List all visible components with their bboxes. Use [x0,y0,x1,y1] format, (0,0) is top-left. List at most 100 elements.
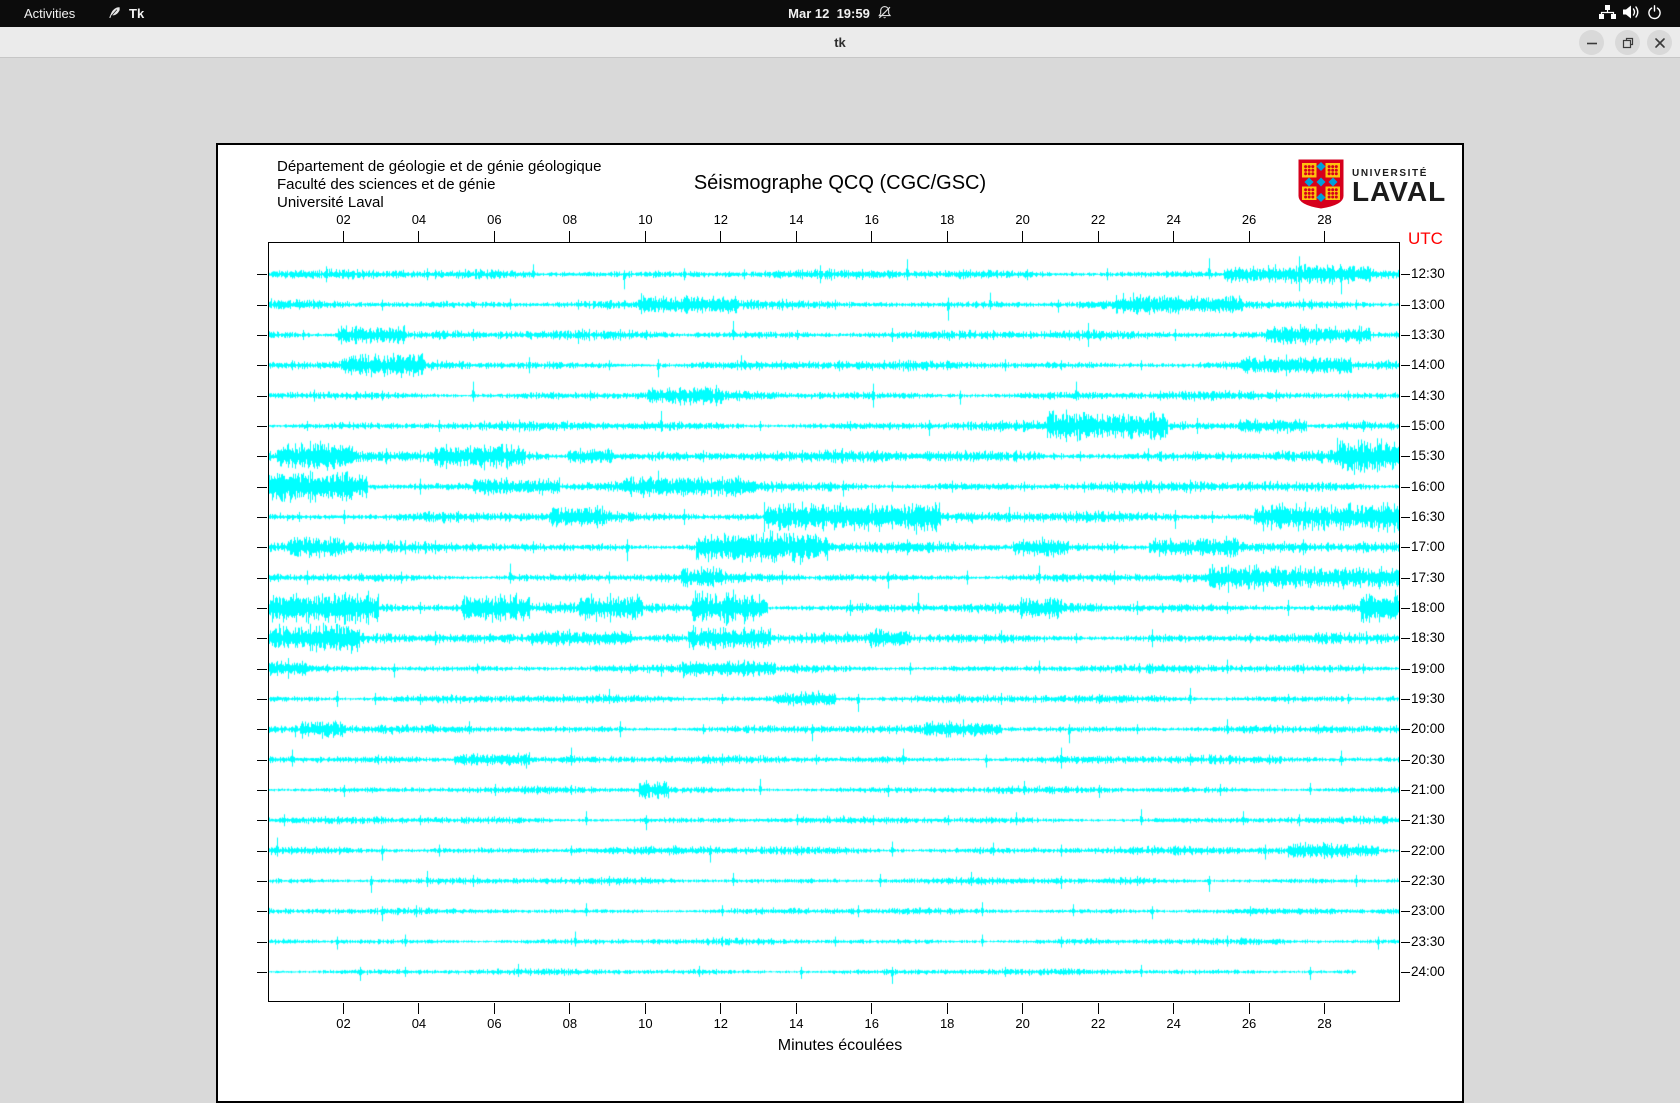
row-tick-left [257,972,267,973]
x-tick-top [947,231,948,242]
row-time-label: 13:30 [1411,327,1445,342]
row-tick-right [1401,881,1410,882]
window-title: tk [0,27,1680,58]
row-time-label: 21:00 [1411,782,1445,797]
x-tick-bottom [1324,1003,1325,1014]
row-time-label: 22:30 [1411,873,1445,888]
row-tick-right [1401,638,1410,639]
clock-label: Mar 12 19:59 [788,6,870,21]
x-tick-bottom [1173,1003,1174,1014]
app-menu-button[interactable]: Tk [107,0,144,27]
row-tick-right [1401,972,1410,973]
window-title-bar: tk [0,27,1680,58]
x-tick-top [494,231,495,242]
x-tick-bottom [645,1003,646,1014]
row-tick-left [257,547,267,548]
x-tick-top [720,231,721,242]
x-tick-label-top: 22 [1078,212,1118,227]
row-tick-left [257,699,267,700]
row-tick-right [1401,578,1410,579]
x-tick-label-bottom: 18 [927,1016,967,1031]
x-tick-top [1324,231,1325,242]
row-tick-right [1401,396,1410,397]
x-tick-bottom [569,1003,570,1014]
row-tick-left [257,760,267,761]
network-icon [1599,5,1616,22]
row-tick-left [257,456,267,457]
row-time-label: 20:00 [1411,721,1445,736]
row-time-label: 16:30 [1411,509,1445,524]
x-tick-label-bottom: 12 [701,1016,741,1031]
notifications-muted-icon [877,5,892,23]
row-tick-left [257,305,267,306]
row-time-label: 12:30 [1411,266,1445,281]
x-tick-label-top: 02 [323,212,363,227]
laval-wordmark: UNIVERSITÉ LAVAL [1352,168,1446,205]
system-status-area[interactable] [1599,0,1662,27]
x-tick-top [1249,231,1250,242]
row-tick-left [257,911,267,912]
tk-window-background: Département de géologie et de génie géol… [0,59,1680,1050]
row-tick-right [1401,274,1410,275]
row-tick-right [1401,365,1410,366]
row-tick-right [1401,456,1410,457]
x-tick-label-bottom: 16 [852,1016,892,1031]
row-tick-left [257,790,267,791]
x-tick-bottom [947,1003,948,1014]
laval-crest-icon [1297,158,1345,215]
row-tick-left [257,881,267,882]
x-tick-label-top: 10 [625,212,665,227]
row-tick-left [257,942,267,943]
x-tick-top [1098,231,1099,242]
header-university: Université Laval [277,194,384,212]
utc-axis-label: UTC [1408,229,1443,249]
app-menu-label: Tk [129,6,144,21]
x-tick-label-top: 08 [550,212,590,227]
row-time-label: 20:30 [1411,752,1445,767]
row-time-label: 15:30 [1411,448,1445,463]
x-tick-label-top: 28 [1305,212,1345,227]
row-tick-right [1401,942,1410,943]
x-tick-label-bottom: 20 [1003,1016,1043,1031]
close-button[interactable] [1647,30,1672,55]
activities-label: Activities [24,6,75,21]
row-time-label: 18:30 [1411,630,1445,645]
x-tick-top [645,231,646,242]
row-time-label: 22:00 [1411,843,1445,858]
row-tick-right [1401,760,1410,761]
x-tick-label-bottom: 06 [474,1016,514,1031]
x-tick-bottom [1098,1003,1099,1014]
minimize-button[interactable] [1579,30,1604,55]
x-tick-label-bottom: 24 [1154,1016,1194,1031]
x-tick-bottom [796,1003,797,1014]
row-tick-right [1401,426,1410,427]
row-tick-left [257,820,267,821]
x-tick-label-top: 12 [701,212,741,227]
x-tick-label-top: 14 [776,212,816,227]
x-tick-top [569,231,570,242]
row-tick-left [257,396,267,397]
row-tick-right [1401,487,1410,488]
x-tick-top [871,231,872,242]
x-tick-top [1022,231,1023,242]
row-tick-right [1401,820,1410,821]
x-tick-bottom [1022,1003,1023,1014]
row-tick-right [1401,790,1410,791]
row-tick-left [257,517,267,518]
activities-button[interactable]: Activities [24,0,75,27]
row-time-label: 24:00 [1411,964,1445,979]
clock-button[interactable]: Mar 12 19:59 [788,0,892,27]
row-tick-left [257,851,267,852]
row-tick-left [257,729,267,730]
row-tick-right [1401,608,1410,609]
x-tick-label-bottom: 22 [1078,1016,1118,1031]
row-tick-right [1401,911,1410,912]
tk-feather-icon [107,5,122,23]
restore-button[interactable] [1615,30,1640,55]
seismogram-canvas [269,243,1399,1001]
x-tick-top [343,231,344,242]
row-time-label: 16:00 [1411,479,1445,494]
row-time-label: 13:00 [1411,297,1445,312]
row-tick-left [257,426,267,427]
x-tick-label-bottom: 26 [1229,1016,1269,1031]
